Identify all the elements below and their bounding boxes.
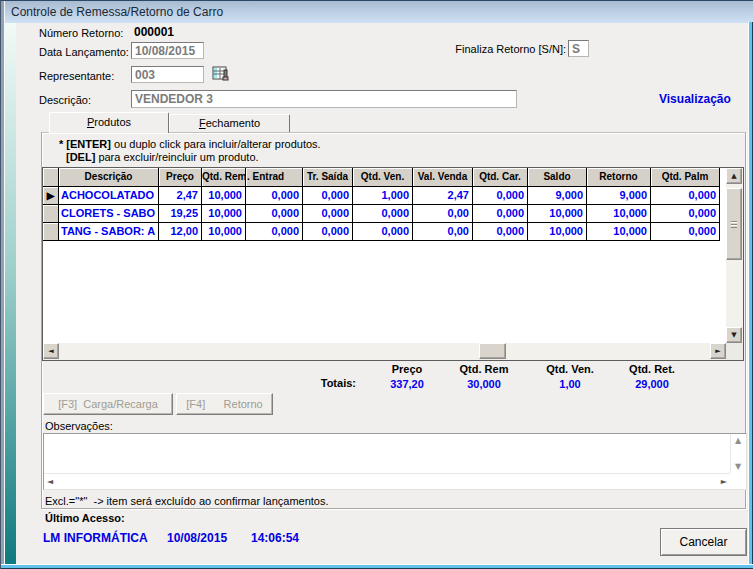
descricao-value: VENDEDOR 3 bbox=[135, 92, 213, 106]
vertical-scroll-thumb[interactable] bbox=[726, 188, 742, 260]
dialog-window: Controle de Remessa/Retorno de Carro Núm… bbox=[0, 0, 753, 569]
total-qtd-ven-value: 1,00 bbox=[528, 378, 612, 390]
grid-row[interactable]: TANG - SABOR: A 12,00 10,000 0,000 0,000… bbox=[43, 223, 743, 241]
col-header-retorno[interactable]: Retorno bbox=[587, 168, 651, 187]
col-header-qtd-ven[interactable]: Qtd. Ven. bbox=[353, 168, 413, 187]
col-header-qtd-palm[interactable]: Qtd. Palm bbox=[651, 168, 720, 187]
total-qtd-ret-value: 29,000 bbox=[610, 378, 694, 390]
cancelar-button[interactable]: Cancelar bbox=[660, 528, 747, 556]
tab-fechamento-label: Fechamento bbox=[170, 115, 289, 129]
scroll-down-button[interactable]: ▼ bbox=[726, 327, 742, 343]
finaliza-retorno-label: Finaliza Retorno [S/N]: bbox=[421, 43, 566, 55]
col-header-qtd-rem[interactable]: Qtd. Rem. bbox=[202, 168, 246, 187]
finaliza-retorno-value: S bbox=[572, 42, 580, 56]
retorno-button[interactable]: [F4] Retorno bbox=[176, 393, 273, 415]
grid-horizontal-scrollbar[interactable]: ◄ ► bbox=[43, 343, 726, 360]
instr1-key: [ENTER] bbox=[66, 138, 111, 150]
data-lancamento-input[interactable]: 10/08/2015 bbox=[131, 42, 204, 59]
obs-scroll-up-icon[interactable]: ▲ bbox=[735, 436, 741, 445]
col-header-qtd-car[interactable]: Qtd. Car. bbox=[473, 168, 528, 187]
instr2-key: [DEL] bbox=[66, 151, 95, 163]
grid-vertical-scrollbar[interactable]: ▲ ▼ bbox=[726, 168, 743, 343]
col-header-tr-saida[interactable]: Tr. Saída bbox=[303, 168, 353, 187]
data-lancamento-label: Data Lançamento: bbox=[39, 46, 129, 58]
excl-note: Excl.="*" -> item será excluído ao confi… bbox=[45, 495, 329, 507]
scroll-left-button[interactable]: ◄ bbox=[43, 343, 59, 359]
observacoes-textarea[interactable]: ▲ ▼ ◄ ► bbox=[43, 433, 747, 490]
total-qtd-ven-label: Qtd. Ven. bbox=[528, 363, 612, 375]
total-qtd-rem-label: Qtd. Rem bbox=[442, 363, 526, 375]
window-border-bottom bbox=[1, 564, 753, 569]
observacoes-horizontal-scrollbar[interactable]: ◄ ► bbox=[44, 473, 730, 489]
instruction-line-1: * [ENTER] ou duplo click para incluir/al… bbox=[59, 138, 321, 150]
total-qtd-ven: Qtd. Ven. 1,00 bbox=[528, 363, 612, 390]
tab-produtos-label: Produtos bbox=[50, 113, 168, 128]
totais-label: Totais: bbox=[301, 377, 356, 389]
total-preco: Preço 337,20 bbox=[365, 363, 449, 390]
col-header-entrada[interactable]: . Entrad bbox=[246, 168, 303, 187]
row-indicator bbox=[43, 205, 59, 223]
total-qtd-ret-label: Qtd. Ret. bbox=[610, 363, 694, 375]
observacoes-label: Observações: bbox=[45, 420, 113, 432]
obs-scroll-right-icon[interactable]: ► bbox=[721, 477, 727, 486]
grid-row[interactable]: ▶ ACHOCOLATADO 2,47 10,000 0,000 0,000 1… bbox=[43, 187, 743, 205]
title-bar[interactable]: Controle de Remessa/Retorno de Carro bbox=[2, 1, 753, 23]
instr1-text: ou duplo click para incluir/alterar prod… bbox=[111, 138, 321, 150]
side-gradient-strip bbox=[5, 23, 16, 565]
visualizacao-link[interactable]: Visualização bbox=[659, 92, 731, 106]
descricao-input[interactable]: VENDEDOR 3 bbox=[131, 90, 517, 108]
footer-empresa: LM INFORMÁTICA bbox=[43, 531, 148, 545]
col-header-descricao[interactable]: Descrição bbox=[59, 168, 159, 187]
col-header-val-venda[interactable]: Val. Venda bbox=[413, 168, 473, 187]
data-lancamento-value: 10/08/2015 bbox=[135, 44, 195, 58]
scroll-right-button[interactable]: ► bbox=[710, 343, 726, 359]
total-preco-label: Preço bbox=[365, 363, 449, 375]
carga-recarga-button[interactable]: [F3] Carga/Recarga bbox=[43, 393, 173, 415]
footer-data: 10/08/2015 bbox=[167, 531, 227, 545]
representante-input[interactable]: 003 bbox=[131, 66, 204, 83]
grid-header-indicator bbox=[43, 168, 59, 187]
col-header-saldo[interactable]: Saldo bbox=[528, 168, 587, 187]
current-row-indicator: ▶ bbox=[43, 187, 59, 205]
window-border-left bbox=[1, 1, 5, 569]
finaliza-retorno-input[interactable]: S bbox=[568, 40, 589, 57]
observacoes-vertical-scrollbar[interactable]: ▲ ▼ bbox=[730, 434, 746, 473]
grid-row[interactable]: CLORETS - SABO 19,25 10,000 0,000 0,000 … bbox=[43, 205, 743, 223]
obs-scroll-left-icon[interactable]: ◄ bbox=[47, 477, 53, 486]
scroll-up-button[interactable]: ▲ bbox=[726, 168, 742, 184]
grid-header-row: Descrição Preço Qtd. Rem. . Entrad Tr. S… bbox=[43, 168, 743, 187]
instr2-text: para excluir/reincluir um produto. bbox=[95, 151, 258, 163]
total-qtd-rem-value: 30,000 bbox=[442, 378, 526, 390]
representante-label: Representante: bbox=[39, 70, 114, 82]
numero-retorno-value: 000001 bbox=[134, 25, 174, 39]
window-border-right bbox=[748, 22, 753, 569]
products-grid: Descrição Preço Qtd. Rem. . Entrad Tr. S… bbox=[42, 167, 744, 361]
total-preco-value: 337,20 bbox=[365, 378, 449, 390]
ultimo-acesso-label: Último Acesso: bbox=[45, 512, 125, 524]
footer-hora: 14:06:54 bbox=[251, 531, 299, 545]
col-header-preco[interactable]: Preço bbox=[159, 168, 202, 187]
descricao-label: Descrição: bbox=[39, 94, 91, 106]
obs-scroll-down-icon[interactable]: ▼ bbox=[735, 462, 741, 471]
total-qtd-ret: Qtd. Ret. 29,000 bbox=[610, 363, 694, 390]
thumb-grip bbox=[731, 221, 737, 228]
total-qtd-rem: Qtd. Rem 30,000 bbox=[442, 363, 526, 390]
representante-value: 003 bbox=[135, 68, 155, 82]
numero-retorno-label: Número Retorno: bbox=[39, 27, 123, 39]
scrollbar-corner bbox=[726, 343, 743, 360]
instruction-line-2: [DEL] para excluir/reincluir um produto. bbox=[66, 151, 259, 163]
row-indicator bbox=[43, 223, 59, 241]
horizontal-scroll-thumb[interactable] bbox=[479, 343, 506, 359]
window-title: Controle de Remessa/Retorno de Carro bbox=[11, 5, 223, 19]
tab-produtos[interactable]: Produtos bbox=[49, 112, 169, 133]
lookup-table-icon[interactable] bbox=[212, 65, 230, 83]
tab-fechamento[interactable]: Fechamento bbox=[169, 114, 290, 132]
